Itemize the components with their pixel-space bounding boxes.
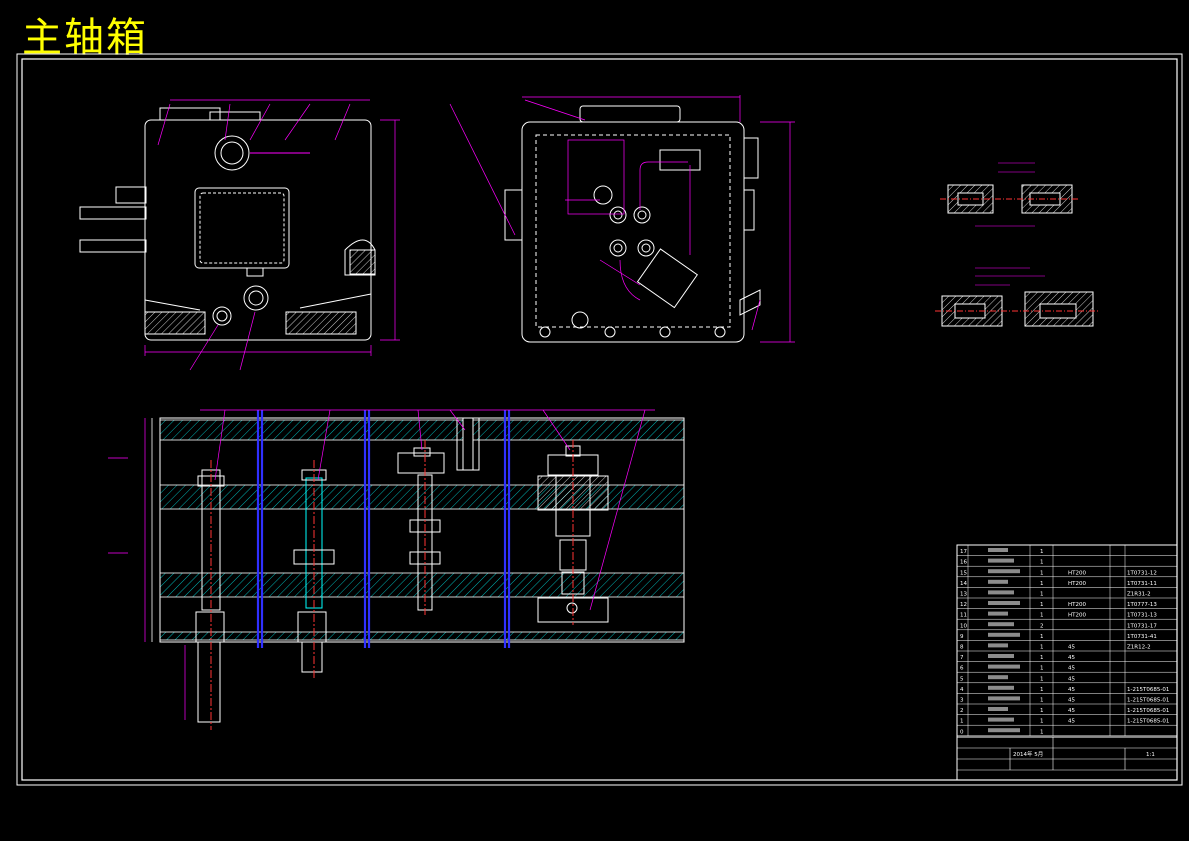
scale-cell: 1:1: [1146, 752, 1155, 758]
parts-cell: 5: [960, 676, 964, 682]
parts-name-scribble: [988, 707, 1008, 711]
detail-section-a: [940, 184, 1080, 214]
parts-name-scribble: [988, 654, 1014, 658]
parts-cell: 9: [960, 634, 964, 640]
parts-cell: 1: [1040, 698, 1044, 704]
parts-cell: 45: [1068, 687, 1075, 693]
parts-cell: 1T0777-13: [1127, 602, 1157, 608]
parts-cell: 1T0731-17: [1127, 623, 1157, 629]
parts-cell: 1: [1040, 687, 1044, 693]
side-view: [504, 105, 761, 343]
parts-cell: 1-215T0685-01: [1127, 708, 1169, 714]
parts-cell: 1: [1040, 560, 1044, 566]
parts-cell: 45: [1068, 645, 1075, 651]
parts-cell: 1: [1040, 634, 1044, 640]
parts-cell: 45: [1068, 676, 1075, 682]
parts-cell: 1: [1040, 655, 1044, 661]
parts-cell: HT200: [1068, 581, 1086, 587]
parts-cell: 45: [1068, 655, 1075, 661]
parts-name-scribble: [988, 558, 1014, 563]
parts-cell: 16: [960, 560, 967, 566]
parts-cell: 17: [960, 549, 967, 555]
detail-section-b-labels: [975, 267, 1045, 286]
parts-cell: 1: [1040, 708, 1044, 714]
parts-cell: 45: [1068, 698, 1075, 704]
inner-frame: [21, 58, 1178, 781]
parts-name-scribble: [988, 632, 1020, 637]
parts-name-scribble: [988, 685, 1014, 690]
parts-cell: 1: [1040, 666, 1044, 672]
parts-cell: 8: [960, 645, 964, 651]
parts-cell: 1: [1040, 549, 1044, 555]
parts-cell: HT200: [1068, 570, 1086, 576]
parts-cell: 1: [960, 719, 964, 725]
parts-cell: Z1R31-2: [1127, 592, 1151, 598]
parts-cell: 0: [960, 729, 964, 735]
parts-name-scribble: [988, 643, 1008, 648]
date-cell: 2014年 5月: [1013, 750, 1043, 758]
parts-cell: HT200: [1068, 602, 1086, 608]
parts-cell: 1-215T0685-01: [1127, 698, 1169, 704]
parts-cell: 1: [1040, 676, 1044, 682]
parts-cell: 2: [960, 708, 964, 714]
parts-cell: 14: [960, 581, 967, 587]
engineering-drawing: 17 116 115 1 HT200 1T0731-1214 1 HT200 1T0731-11…: [16, 53, 1183, 786]
parts-cell: Z1R12-2: [1127, 645, 1151, 651]
parts-name-scribble: [988, 728, 1020, 733]
parts-cell: 15: [960, 570, 967, 576]
parts-cell: 6: [960, 666, 964, 672]
parts-cell: 1T0731-13: [1127, 613, 1157, 619]
parts-name-scribble: [988, 696, 1020, 701]
parts-cell: 7: [960, 655, 964, 661]
parts-cell: 1-215T0685-01: [1127, 687, 1169, 693]
parts-cell: 2: [1040, 623, 1044, 629]
parts-cell: 1: [1040, 592, 1044, 598]
detail-section-b: [935, 291, 1100, 327]
parts-cell: 13: [960, 592, 967, 598]
parts-name-scribble: [988, 579, 1008, 584]
parts-cell: 45: [1068, 719, 1075, 725]
front-view: [79, 107, 376, 341]
parts-cell: 1T0731-41: [1127, 634, 1157, 640]
parts-list-table: 17 116 115 1 HT200 1T0731-1214 1 HT200 1T0731-11…: [956, 544, 1178, 781]
parts-cell: HT200: [1068, 613, 1086, 619]
parts-cell: 1: [1040, 570, 1044, 576]
parts-cell: 1T0731-12: [1127, 570, 1157, 576]
parts-name-scribble: [988, 601, 1020, 605]
parts-cell: 1: [1040, 602, 1044, 608]
parts-cell: 3: [960, 698, 964, 704]
parts-name-scribble: [988, 590, 1014, 595]
parts-cell: 4: [960, 687, 964, 693]
parts-cell: 11: [960, 613, 967, 619]
parts-name-scribble: [988, 675, 1008, 680]
parts-name-scribble: [988, 717, 1014, 722]
parts-cell: 1T0731-11: [1127, 581, 1157, 587]
parts-cell: 1: [1040, 645, 1044, 651]
parts-cell: 10: [960, 623, 967, 629]
parts-cell: 45: [1068, 708, 1075, 714]
parts-cell: 1: [1040, 581, 1044, 587]
parts-cell: 1: [1040, 719, 1044, 725]
parts-name-scribble: [988, 664, 1020, 669]
parts-cell: 1: [1040, 613, 1044, 619]
parts-name-scribble: [988, 569, 1020, 574]
parts-name-scribble: [988, 548, 1008, 552]
side-view-dimensions: [449, 95, 795, 343]
parts-cell: 45: [1068, 666, 1075, 672]
parts-cell: 1: [1040, 729, 1044, 735]
parts-name-scribble: [988, 611, 1008, 616]
parts-cell: 1-215T0685-01: [1127, 719, 1169, 725]
parts-name-scribble: [988, 622, 1014, 627]
parts-cell: 12: [960, 602, 967, 608]
